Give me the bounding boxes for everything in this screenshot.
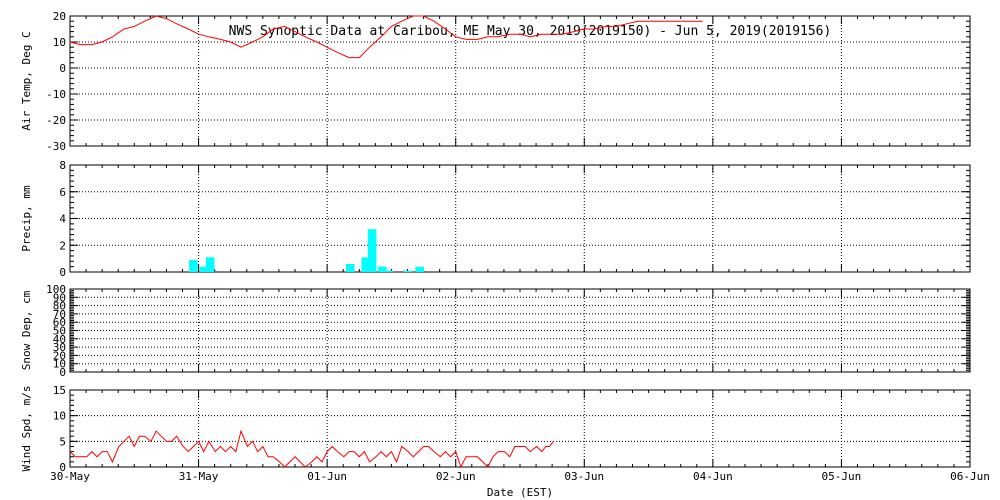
x-axis-label: Date (EST) [487,486,553,499]
panel-precip: 0 2 4 6 8 Precip, mm [20,159,971,279]
precip-bar [205,257,215,272]
panels-group: -30 -20 -10 0 10 20 Air Temp, Deg C 0 2 4 6 8 Precip… [20,10,990,483]
precip-bar [384,270,394,272]
y-tick-label: -20 [46,114,66,127]
series-line-wind [69,429,554,469]
y-tick-label: 10 [53,410,66,423]
x-tick-label: 04-Jun [693,470,733,483]
y-axis-label-temp: Air Temp, Deg C [20,31,33,130]
y-tick-label: 8 [59,159,66,172]
y-tick-label: 20 [53,10,66,23]
precip-bar [415,266,424,272]
x-tick-label: 31-May [179,470,219,483]
y-tick-label: 100 [46,283,66,296]
y-axis-label-precip: Precip, mm [20,185,33,252]
panel-snow: 0102030405060708090100Snow Dep, cm [20,283,971,379]
y-tick-label: 6 [59,186,66,199]
x-tick-label: 05-Jun [822,470,862,483]
y-tick-label: 5 [59,435,66,448]
precip-bar [346,263,355,272]
y-tick-label: 2 [59,239,66,252]
precip-bar [189,259,198,272]
panel-frame-wind [69,389,971,468]
chart-svg: NWS Synoptic Data at Caribou, ME May 30,… [20,10,990,499]
y-tick-label: 0 [59,62,66,75]
y-tick-label: -10 [46,88,66,101]
x-tick-label: 01-Jun [307,470,347,483]
x-tick-label: 30-May [50,470,90,483]
y-axis-label-wind: Wind Spd, m/s [20,385,33,471]
y-tick-label: 0 [59,266,66,279]
y-tick-label: 15 [53,384,66,397]
y-tick-label: 10 [53,36,66,49]
x-tick-label: 03-Jun [564,470,604,483]
panel-wind: 051015Wind Spd, m/s [20,384,971,474]
precip-bar [367,229,377,272]
y-tick-label: 4 [59,213,66,226]
precip-bar [403,270,413,272]
x-tick-label: 06-Jun [950,470,990,483]
y-axis-label-snow: Snow Dep, cm [20,290,33,370]
x-tick-label: 02-Jun [436,470,476,483]
y-tick-label: -30 [46,140,66,153]
